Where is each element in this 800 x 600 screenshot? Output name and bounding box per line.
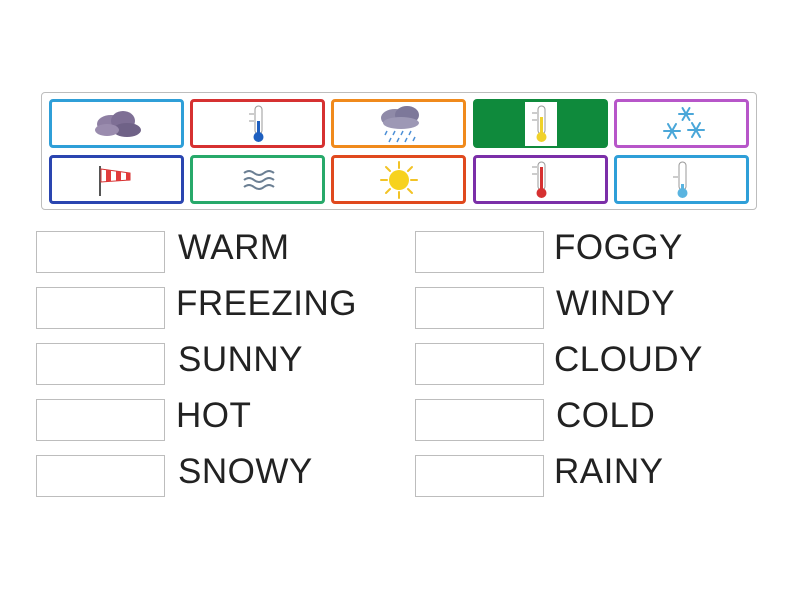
- word-label: FREEZING: [176, 284, 357, 323]
- tile-cold[interactable]: [190, 99, 325, 148]
- word-label: COLD: [556, 396, 656, 435]
- drop-slot-hot[interactable]: [36, 399, 165, 441]
- tile-warm[interactable]: [473, 99, 608, 148]
- word-label: RAINY: [554, 452, 664, 491]
- snowflakes-icon: [662, 106, 705, 139]
- fog-icon: [242, 169, 275, 190]
- freezing-thermometer-icon: [672, 161, 687, 198]
- drop-slot-sunny[interactable]: [36, 343, 165, 385]
- tile-windy[interactable]: [49, 155, 184, 204]
- tile-tray: [41, 92, 757, 210]
- tile-cloudy[interactable]: [49, 99, 184, 148]
- cloud-icon: [94, 110, 141, 137]
- rain-cloud-icon: [380, 105, 419, 142]
- word-label: CLOUDY: [554, 340, 703, 379]
- drop-slot-foggy[interactable]: [415, 231, 544, 273]
- word-label: HOT: [176, 396, 252, 435]
- word-label: SNOWY: [178, 452, 313, 491]
- drop-slot-cold[interactable]: [415, 399, 544, 441]
- tile-foggy[interactable]: [190, 155, 325, 204]
- drop-slot-warm[interactable]: [36, 231, 165, 273]
- hot-thermometer-icon: [531, 161, 546, 198]
- tile-freezing[interactable]: [614, 155, 749, 204]
- drop-slot-snowy[interactable]: [36, 455, 165, 497]
- drop-slot-freezing[interactable]: [36, 287, 165, 329]
- warm-thermometer-icon: [524, 101, 557, 146]
- windsock-icon: [98, 165, 130, 196]
- word-label: WARM: [178, 228, 290, 267]
- sun-icon: [379, 160, 418, 199]
- word-label: WINDY: [556, 284, 676, 323]
- tile-hot[interactable]: [473, 155, 608, 204]
- word-label: FOGGY: [554, 228, 683, 267]
- tile-snowy[interactable]: [614, 99, 749, 148]
- cold-thermometer-icon: [248, 105, 263, 142]
- drop-slot-windy[interactable]: [415, 287, 544, 329]
- drop-slot-cloudy[interactable]: [415, 343, 544, 385]
- word-label: SUNNY: [178, 340, 304, 379]
- tile-sunny[interactable]: [331, 155, 466, 204]
- drop-slot-rainy[interactable]: [415, 455, 544, 497]
- tile-rainy[interactable]: [331, 99, 466, 148]
